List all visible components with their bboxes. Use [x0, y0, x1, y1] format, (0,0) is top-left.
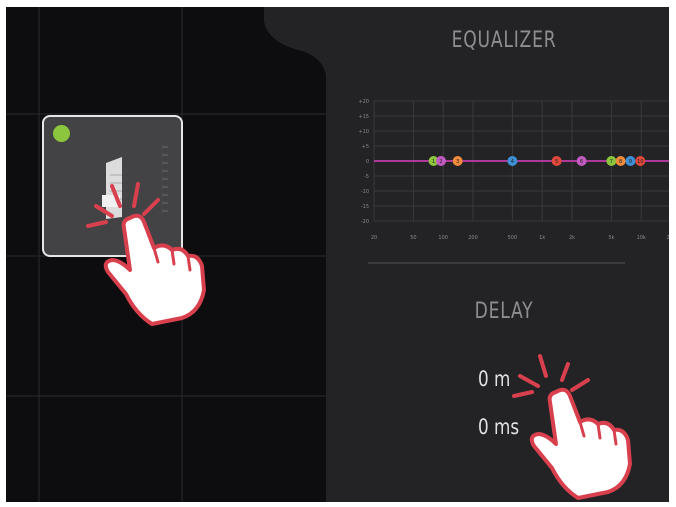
delay-title: DELAY	[474, 299, 534, 324]
eq-band-handle-7[interactable]: 7	[606, 156, 617, 166]
eq-band-label: 4	[511, 159, 514, 165]
eq-x-tick-label: 2k	[569, 235, 575, 241]
eq-y-tick-label: +5	[362, 144, 369, 150]
eq-y-tick-label: +15	[358, 114, 369, 120]
eq-x-tick-label: 1k	[539, 235, 545, 241]
eq-graph[interactable]: +20 +15 +10 +5 0 -5 -10 -15 -20 20 50 100 200 500 1k 2…	[344, 89, 669, 244]
eq-band-label: 1	[432, 159, 435, 165]
eq-y-tick-label: -20	[361, 219, 369, 225]
eq-band-label: 6	[580, 159, 583, 165]
eq-band-handle-6[interactable]: 6	[576, 156, 587, 166]
eq-x-tick-label: 500	[508, 235, 518, 241]
tap-hand-icon-2	[512, 354, 632, 500]
tap-hand-icon	[86, 182, 206, 326]
eq-band-handle-2[interactable]: 2	[435, 156, 446, 166]
eq-x-tick-label: 20k	[666, 235, 669, 241]
eq-x-tick-label: 20	[371, 235, 377, 241]
eq-band-handle-10[interactable]: 10	[635, 156, 646, 166]
eq-band-handle-3[interactable]: 3	[452, 156, 463, 166]
eq-y-tick-label: -5	[364, 174, 369, 180]
eq-x-tick-label: 50	[410, 235, 416, 241]
eq-band-handle-9[interactable]: 9	[625, 156, 636, 166]
eq-band-handle-4[interactable]: 4	[507, 156, 518, 166]
eq-y-tick-label: +10	[358, 129, 369, 135]
eq-band-handle-8[interactable]: 8	[615, 156, 626, 166]
eq-x-tick-label: 200	[468, 235, 478, 241]
divider	[368, 262, 625, 264]
eq-band-label: 7	[610, 159, 613, 165]
eq-y-tick-label: 0	[366, 159, 369, 165]
eq-y-tick-label: +20	[358, 99, 369, 105]
eq-band-label: 3	[456, 159, 459, 165]
eq-band-label: 2	[439, 159, 442, 165]
eq-band-label: 8	[619, 159, 622, 165]
eq-x-tick-label: 100	[438, 235, 448, 241]
eq-y-tick-label: -15	[361, 204, 369, 210]
eq-band-handle-5[interactable]: 5	[551, 156, 562, 166]
eq-band-label: 9	[629, 159, 632, 165]
eq-band-label: 10	[637, 159, 643, 165]
eq-band-label: 5	[555, 159, 558, 165]
eq-x-tick-label: 5k	[608, 235, 614, 241]
eq-x-tick-label: 10k	[637, 235, 646, 241]
eq-y-tick-label: -10	[361, 189, 369, 195]
equalizer-title: EQUALIZER	[451, 28, 557, 53]
